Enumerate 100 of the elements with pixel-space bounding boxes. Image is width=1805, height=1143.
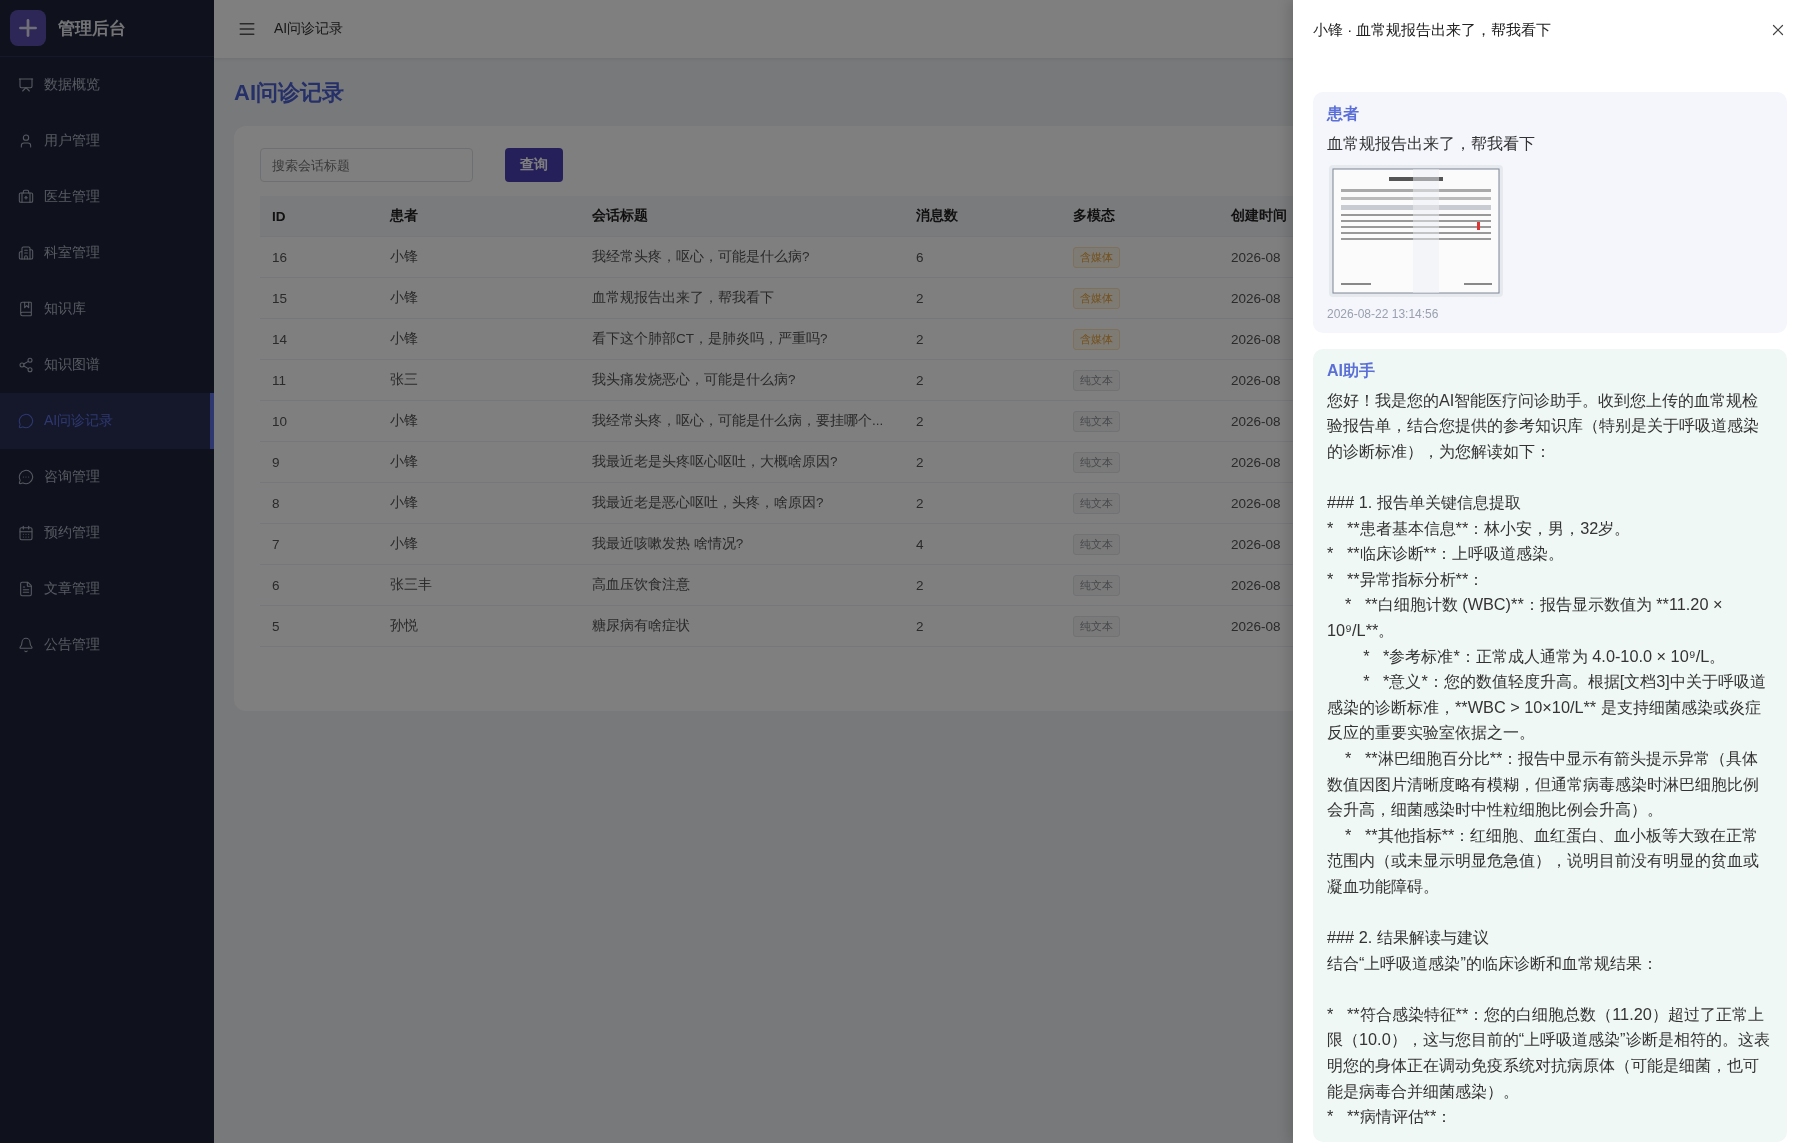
- message-text: * **其他指标**：红细胞、血红蛋白、血小板等大致在正常范围内（或未显示明显危急值），说明目前没有明显的贫血或凝血功能障碍。: [1327, 824, 1760, 897]
- menu-icon[interactable]: [238, 20, 256, 38]
- table-cell: 糖尿病有啥症状: [592, 617, 690, 635]
- presentation-icon: [18, 77, 34, 93]
- table-cell: 2026-08: [1231, 577, 1281, 593]
- table-cell: 血常规报告出来了，帮我看下: [592, 289, 774, 307]
- table-cell: 2026-08: [1231, 331, 1281, 347]
- table-cell: 张三丰: [390, 576, 432, 594]
- message-text: * **符合感染特征**：您的白细胞总数（11.20）超过了正常上限（10.0），这与您目前的“上呼吸道感染”诊断是相符的。这表明您的身体正在调动免疫系统对抗病原体（可能是细菌，也可能是病毒合并细菌感染）。: [1327, 1003, 1771, 1102]
- table-cell: 7: [272, 536, 280, 552]
- message-text: * **病情评估**：: [1327, 1106, 1454, 1128]
- table-cell: 10: [272, 413, 288, 429]
- sidebar-item[interactable]: AI问诊记录: [0, 393, 214, 449]
- table-cell: 小锋: [390, 535, 418, 553]
- sidebar-item[interactable]: 公告管理: [0, 617, 214, 673]
- page-title: AI问诊记录: [234, 79, 345, 107]
- table-cell: 2026-08: [1231, 372, 1281, 388]
- table-cell: 2026-08: [1231, 495, 1281, 511]
- brand-title: 管理后台: [58, 17, 126, 40]
- table-cell: 小锋: [390, 412, 418, 430]
- table-cell: 2: [916, 331, 924, 347]
- message-text: * **患者基本信息**：林小安，男，32岁。: [1327, 517, 1632, 539]
- modality-tag: 含媒体: [1073, 246, 1120, 268]
- drawer-title: 小锋 · 血常规报告出来了，帮我看下: [1313, 20, 1552, 40]
- sidebar-item[interactable]: 数据概览: [0, 57, 214, 113]
- table-cell: 高血压饮食注意: [592, 576, 690, 594]
- chat-bubble-icon: [18, 413, 34, 429]
- column-header: 消息数: [916, 207, 958, 225]
- sender-label: AI助手: [1327, 360, 1376, 381]
- table-cell: 小锋: [390, 330, 418, 348]
- table-cell: 孙悦: [390, 617, 418, 635]
- search-field[interactable]: 搜索会话标题: [260, 148, 473, 182]
- building-icon: [18, 245, 34, 261]
- table-cell: 小锋: [390, 248, 418, 266]
- book-icon: [18, 301, 34, 317]
- sidebar-item[interactable]: 预约管理: [0, 505, 214, 561]
- share-icon: [18, 357, 34, 373]
- modality-tag: 含媒体: [1073, 287, 1120, 309]
- message-text: * **淋巴细胞百分比**：报告中显示有箭头提示异常（具体数值因图片清晰度略有模糊，但通常病毒感染时淋巴细胞比例会升高，细菌感染时中性粒细胞比例会升高）。: [1327, 747, 1760, 821]
- message-text: 您好！我是您的AI智能医疗问诊助手。收到您上传的血常规检验报告单，结合您提供的参考知识库（特别是关于呼吸道感染的诊断标准），为您解读如下：: [1327, 389, 1760, 462]
- table-cell: 2: [916, 454, 924, 470]
- modality-tag: 含媒体: [1073, 328, 1120, 350]
- column-header: 会话标题: [592, 207, 648, 225]
- message-time: 2026-08-22 13:14:56: [1327, 306, 1440, 321]
- sidebar-item[interactable]: 咨询管理: [0, 449, 214, 505]
- table-cell: 11: [272, 372, 286, 388]
- sidebar-item[interactable]: 知识图谱: [0, 337, 214, 393]
- sidebar-item[interactable]: 医生管理: [0, 169, 214, 225]
- message-text: ### 1. 报告单关键信息提取: [1327, 491, 1522, 513]
- table-cell: 14: [272, 331, 288, 347]
- table-cell: 16: [272, 249, 288, 265]
- calendar-icon: [18, 525, 34, 541]
- user-icon: [18, 133, 34, 149]
- message-text: * *意义*：您的数值轻度升高。根据[文档3]中关于呼吸道感染的诊断标准，**WBC > 10×10/L** 是支持细菌感染或炎症反应的重要实验室依据之一。: [1327, 671, 1767, 744]
- message-text: * **白细胞计数 (WBC)**：报告显示数值为 **11.20 × 10⁹/L**。: [1327, 594, 1724, 641]
- column-header: ID: [272, 208, 286, 224]
- medical-case-icon: [18, 189, 34, 205]
- document-icon: [18, 581, 34, 597]
- sidebar-item[interactable]: 用户管理: [0, 113, 214, 169]
- table-cell: 2026-08: [1231, 454, 1281, 470]
- table-cell: 我经常头疼，呕心，可能是什么病，要挂哪个...: [592, 412, 884, 430]
- table-cell: 小锋: [390, 453, 418, 471]
- search-button[interactable]: 查询: [505, 148, 563, 182]
- sidebar-item[interactable]: 文章管理: [0, 561, 214, 617]
- bell-icon: [18, 637, 34, 653]
- sidebar-item[interactable]: 科室管理: [0, 225, 214, 281]
- table-cell: 张三: [390, 371, 418, 389]
- message-text: 血常规报告出来了，帮我看下: [1327, 133, 1536, 154]
- table-cell: 9: [272, 454, 280, 470]
- table-cell: 2: [916, 372, 924, 388]
- message-text: * **临床诊断**：上呼吸道感染。: [1327, 543, 1566, 565]
- sidebar-item[interactable]: 知识库: [0, 281, 214, 337]
- table-cell: 我最近老是头疼呕心呕吐，大概啥原因?: [592, 453, 838, 471]
- table-cell: 2: [916, 577, 924, 593]
- table-cell: 2026-08: [1231, 536, 1281, 552]
- table-cell: 5: [272, 618, 280, 634]
- table-cell: 2026-08: [1231, 249, 1281, 265]
- table-cell: 看下这个肺部CT，是肺炎吗，严重吗?: [592, 330, 828, 348]
- table-cell: 2: [916, 413, 924, 429]
- breadcrumb: AI问诊记录: [274, 20, 344, 38]
- table-cell: 2026-08: [1231, 618, 1281, 634]
- table-cell: 小锋: [390, 289, 418, 307]
- logo-icon: [10, 10, 46, 46]
- column-header: 患者: [390, 207, 418, 225]
- table-cell: 我最近老是恶心呕吐，头疼，啥原因?: [592, 494, 824, 512]
- modal-overlay[interactable]: [0, 0, 1293, 1143]
- table-cell: 6: [272, 577, 280, 593]
- table-cell: 我经常头疼，呕心，可能是什么病?: [592, 248, 810, 266]
- table-cell: 小锋: [390, 494, 418, 512]
- table-cell: 2026-08: [1231, 413, 1281, 429]
- table-cell: 我最近咳嗽发热 啥情况?: [592, 535, 744, 553]
- column-header: 多模态: [1073, 207, 1115, 225]
- table-cell: 15: [272, 290, 288, 306]
- message-text: 结合“上呼吸道感染”的临床诊断和血常规结果：: [1327, 952, 1659, 974]
- table-cell: 2: [916, 290, 924, 306]
- message-text: * **异常指标分析**：: [1327, 568, 1486, 590]
- table-cell: 6: [916, 249, 924, 265]
- table-cell: 我头痛发烧恶心，可能是什么病?: [592, 371, 796, 389]
- table-cell: 2: [916, 495, 924, 511]
- message-text: * *参考标准*：正常成人通常为 4.0-10.0 × 10⁹/L。: [1362, 645, 1727, 667]
